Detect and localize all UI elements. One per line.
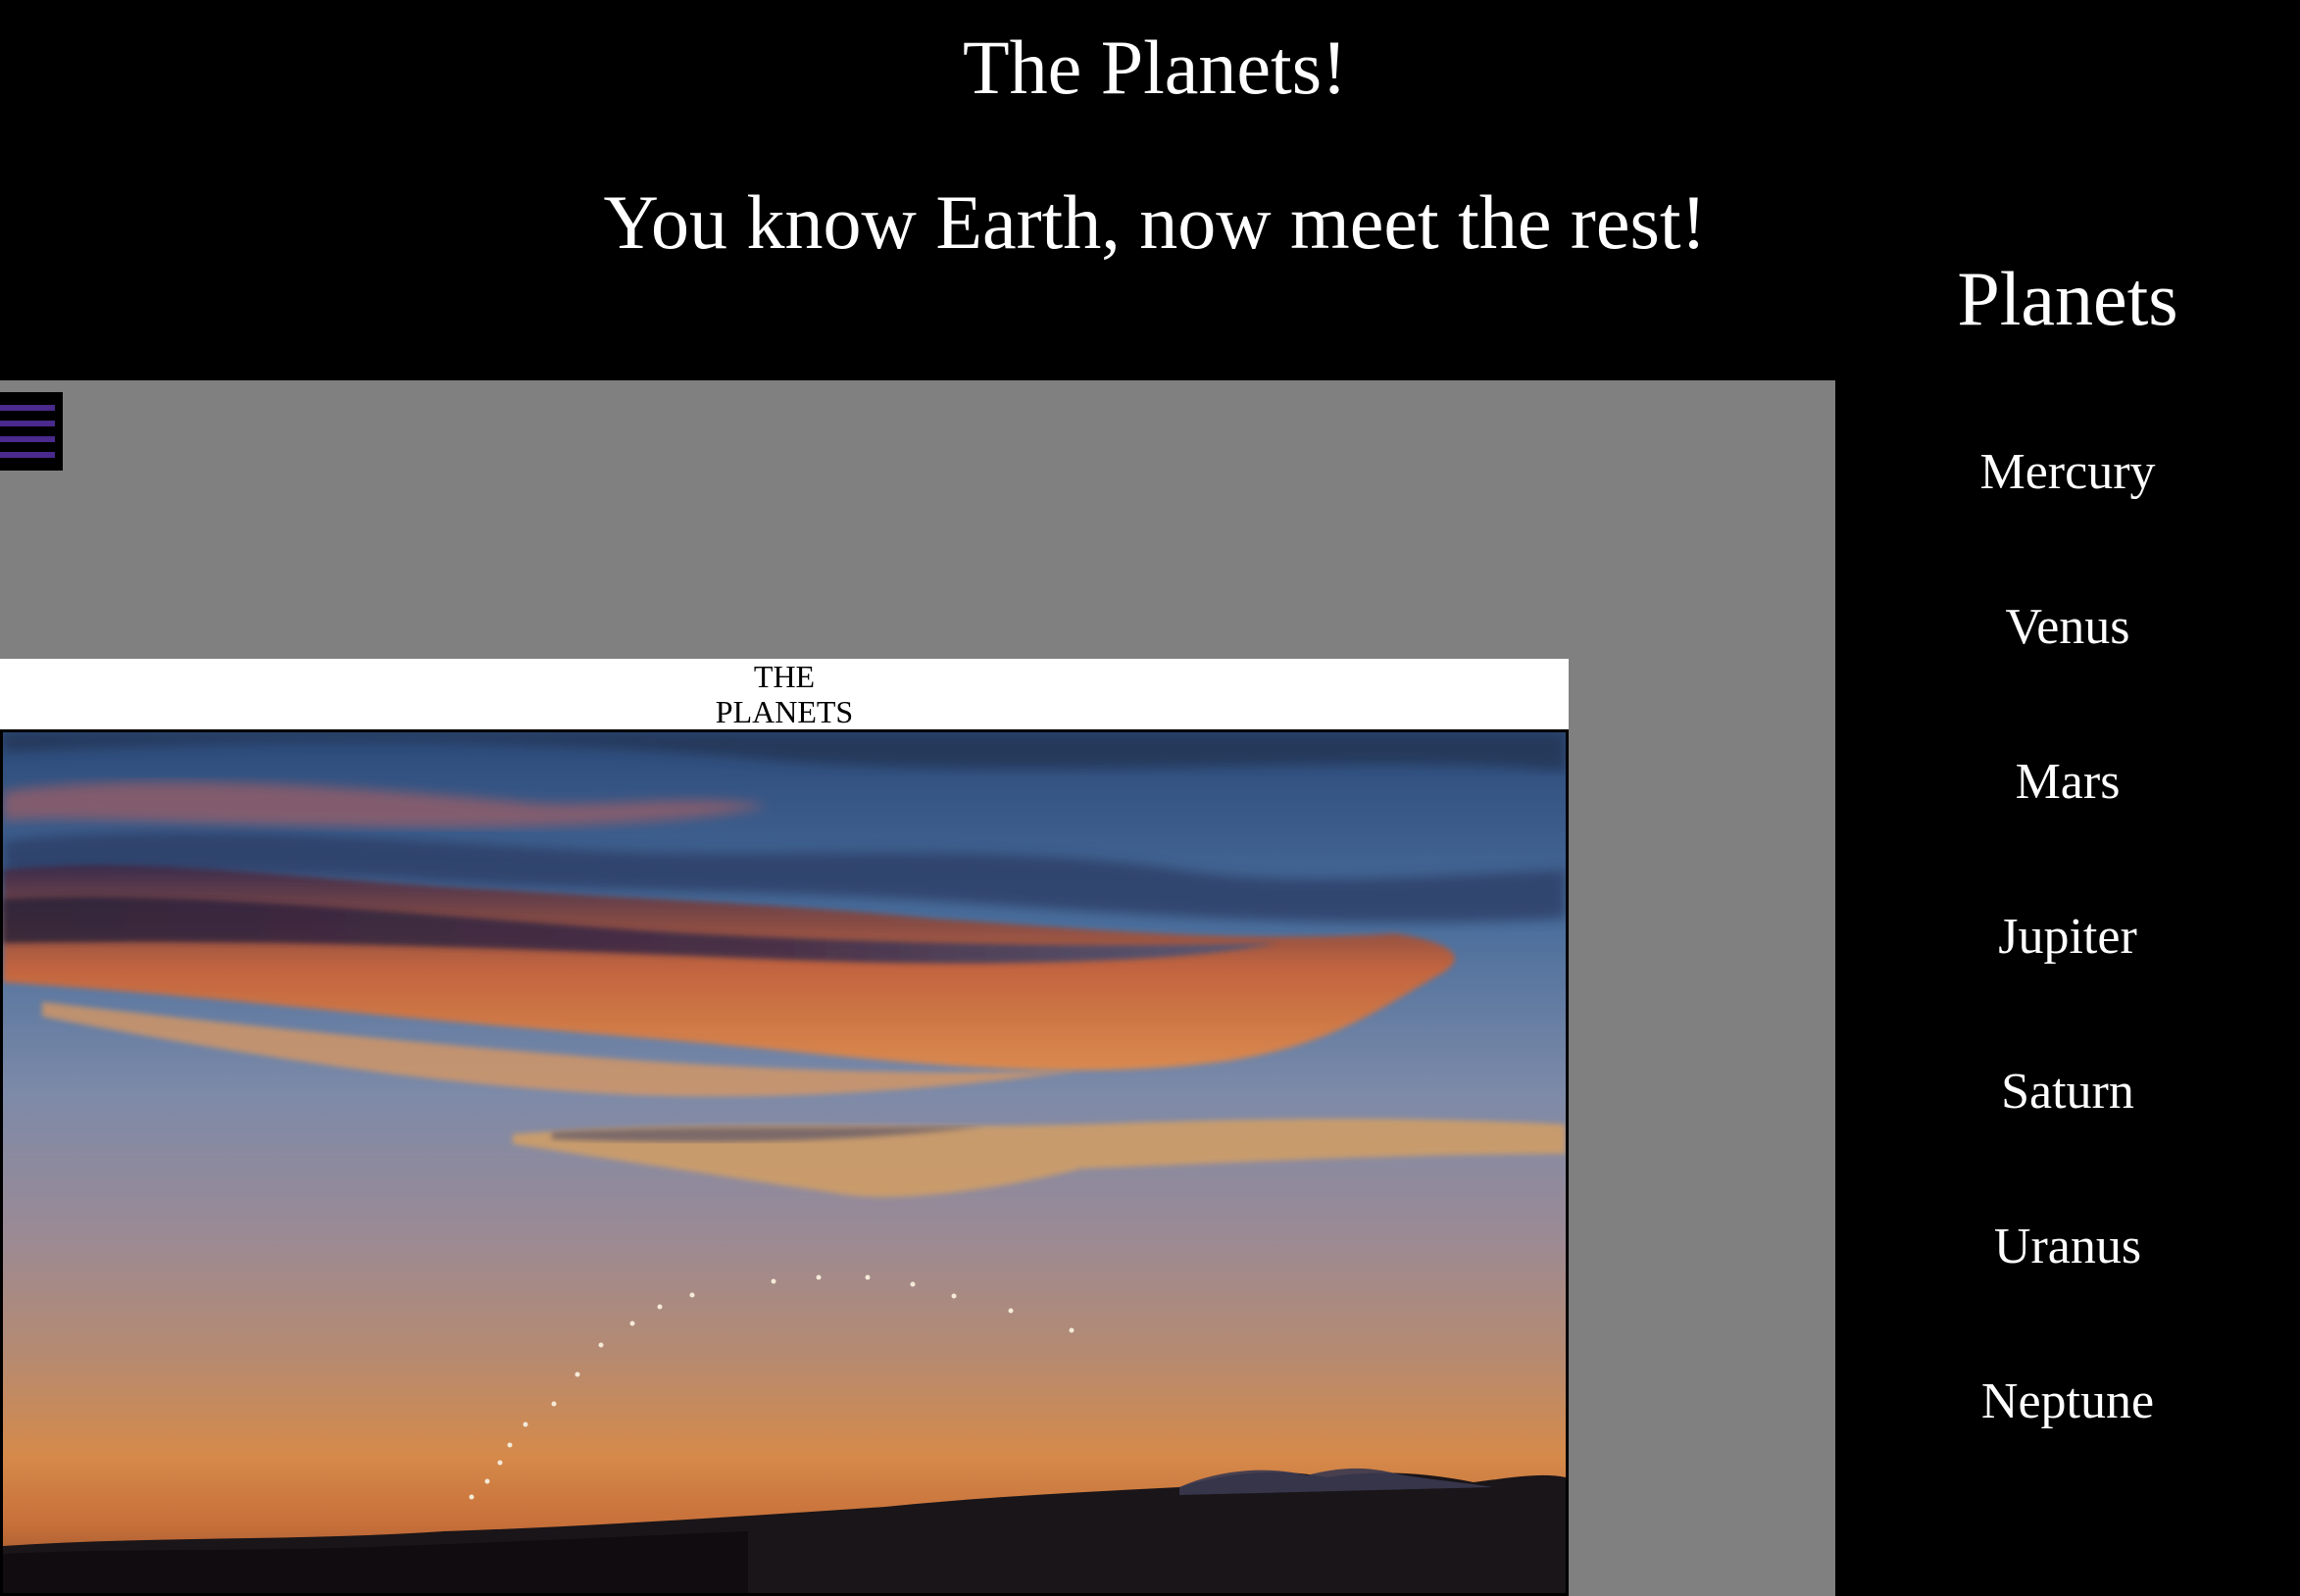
planet-list-item: Saturn (1835, 1059, 2300, 1214)
sunset-planets-image (0, 729, 1569, 1596)
page: The Planets! You know Earth, now meet th… (0, 0, 2300, 1596)
menu-bar (0, 421, 55, 426)
planet-list-item: Neptune (1835, 1369, 2300, 1523)
hamburger-menu-icon[interactable] (0, 392, 63, 471)
planet-link-neptune[interactable]: Neptune (1981, 1373, 2154, 1429)
planet-list-item: Mercury (1835, 439, 2300, 594)
main-content-panel: THE PLANETS (0, 380, 1835, 1596)
planets-sidebar: Planets Mercury Venus Mars Jupiter Satur… (1835, 0, 2300, 1596)
menu-bar (0, 405, 55, 411)
banner-caption: THE PLANETS (0, 659, 1569, 729)
planet-list-item: Jupiter (1835, 904, 2300, 1059)
banner-caption-line: THE (753, 659, 816, 694)
planet-list-item: Uranus (1835, 1214, 2300, 1369)
banner-caption-line: PLANETS (715, 694, 854, 729)
planet-link-mars[interactable]: Mars (2016, 754, 2121, 810)
planet-list-item: Venus (1835, 594, 2300, 749)
planet-list-item: Mars (1835, 749, 2300, 904)
menu-bar (0, 452, 55, 458)
planet-link-jupiter[interactable]: Jupiter (1998, 909, 2137, 965)
sunset-planets-image-graphic (3, 732, 1566, 1593)
planet-link-venus[interactable]: Venus (2005, 599, 2129, 655)
planet-link-uranus[interactable]: Uranus (1994, 1219, 2141, 1274)
banner-card: THE PLANETS (0, 659, 1569, 1596)
planet-list: Mercury Venus Mars Jupiter Saturn Uranus… (1835, 439, 2300, 1523)
planet-link-mercury[interactable]: Mercury (1979, 444, 2155, 500)
sidebar-heading: Planets (1957, 256, 2178, 341)
planet-link-saturn[interactable]: Saturn (2001, 1064, 2134, 1120)
menu-bar (0, 436, 55, 442)
